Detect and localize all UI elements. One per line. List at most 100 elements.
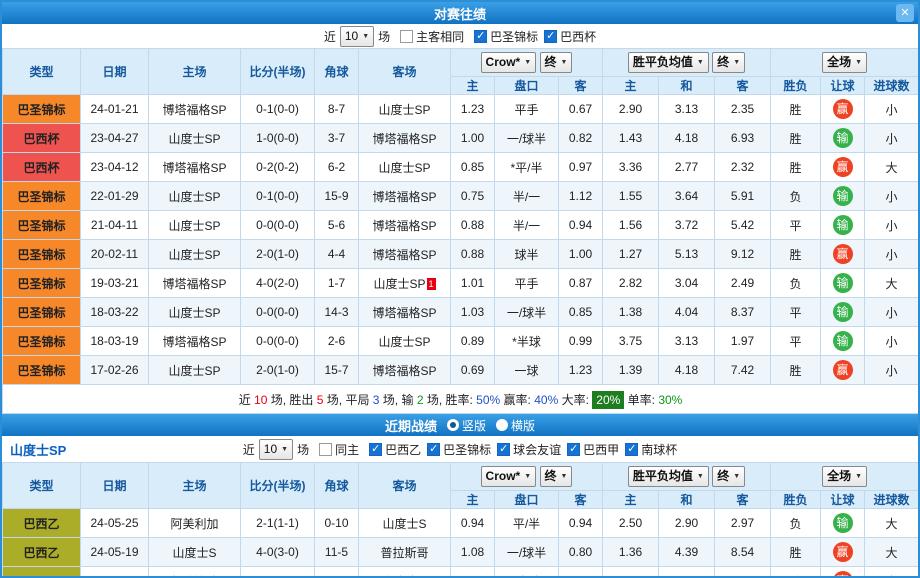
cell-away-team: 博塔福格SP: [359, 356, 451, 385]
col-odds-home: 主: [451, 77, 495, 95]
bookmaker-select[interactable]: Crow*▼: [481, 52, 537, 73]
match-count-select[interactable]: 10▼: [340, 26, 374, 47]
cell-date: 24-05-19: [81, 538, 149, 567]
wdl-select[interactable]: 胜平负均值▼: [628, 52, 709, 73]
cell-score: 2-0(1-0): [241, 240, 315, 269]
wdl-select[interactable]: 胜平负均值▼: [628, 466, 709, 487]
cell-lose-odds: 5.42: [715, 211, 771, 240]
cell-league: 巴圣锦标: [3, 269, 81, 298]
cell-handicap: *半球: [495, 327, 559, 356]
cell-odds-home: 0.69: [451, 356, 495, 385]
checkbox-checked-icon: [567, 443, 580, 456]
cell-draw-odds: 4.18: [659, 356, 715, 385]
cell-home-team: 阿美利加: [149, 509, 241, 538]
cell-home-team: 博塔福格SP: [149, 153, 241, 182]
h2h-panel: 对赛往绩 ✕ 近 10▼ 场 主客相同 巴圣锦标巴西杯 类型 日期 主场 比分(…: [0, 0, 920, 578]
cell-win-odds: 1.27: [603, 240, 659, 269]
cell-lose-odds: 6.93: [715, 124, 771, 153]
cell-win-odds: 1.43: [603, 124, 659, 153]
col-result: 胜负: [771, 77, 821, 95]
cell-home-team: 山度士S: [149, 538, 241, 567]
league-filter-checkbox[interactable]: 巴圣锦标: [474, 28, 538, 45]
league-filter-checkbox[interactable]: 巴西杯: [544, 28, 596, 45]
cell-home-team: 邦迪比达: [149, 567, 241, 578]
radio-portrait[interactable]: [447, 419, 459, 431]
cell-result: 胜: [771, 240, 821, 269]
cell-score: 4-0(3-0): [241, 538, 315, 567]
cell-lose-odds: 1.97: [715, 327, 771, 356]
col-let-goal: 让球: [821, 491, 865, 509]
cell-lose-odds: 2.32: [715, 153, 771, 182]
cell-handicap: 平/半: [495, 509, 559, 538]
cell-result: 负: [771, 269, 821, 298]
recent-row: 巴西乙24-05-16邦迪比达1-2(0-2)6-6山度士S0.93*半球0.9…: [3, 567, 919, 578]
cell-goals: 小: [865, 298, 919, 327]
cell-goals: 大: [865, 509, 919, 538]
cell-date: 24-05-25: [81, 509, 149, 538]
cell-odds-away: 0.94: [559, 211, 603, 240]
cell-lose-odds: 1.88: [715, 567, 771, 578]
cell-handicap: 半/一: [495, 182, 559, 211]
same-home-checkbox[interactable]: 同主: [319, 441, 359, 458]
cell-away-team: 博塔福格SP: [359, 124, 451, 153]
league-filter-checkbox[interactable]: 南球杯: [625, 441, 677, 458]
col-type: 类型: [3, 463, 81, 509]
league-filter-checkbox[interactable]: 巴圣锦标: [427, 441, 491, 458]
league-filter-checkbox[interactable]: 球会友谊: [497, 441, 561, 458]
summary-segment: 50%: [476, 393, 500, 407]
col-lose: 客: [715, 77, 771, 95]
cell-away-team: 山度士SP: [359, 327, 451, 356]
cell-league: 巴圣锦标: [3, 95, 81, 124]
checkbox-checked-icon: [497, 443, 510, 456]
league-filter-checkbox[interactable]: 巴西乙: [369, 441, 421, 458]
cell-date: 17-02-26: [81, 356, 149, 385]
cell-lose-odds: 2.35: [715, 95, 771, 124]
scope-select[interactable]: 全场▼: [822, 466, 867, 487]
col-home: 主场: [149, 463, 241, 509]
odds-time-select[interactable]: 终▼: [540, 52, 573, 73]
h2h-title-bar: 对赛往绩 ✕: [2, 2, 918, 24]
summary-segment: 场, 胜出: [267, 393, 316, 407]
handicap-result-badge: 输: [833, 302, 853, 322]
same-venue-checkbox[interactable]: 主客相同: [400, 28, 464, 45]
cell-league: 巴西乙: [3, 567, 81, 578]
cell-home-team: 山度士SP: [149, 356, 241, 385]
cell-let-goal: 赢: [821, 153, 865, 182]
cell-league: 巴西乙: [3, 538, 81, 567]
cell-date: 21-04-11: [81, 211, 149, 240]
cell-corner: 15-7: [315, 356, 359, 385]
dropdown-arrow-icon: ▼: [524, 469, 531, 484]
cell-goals: 大: [865, 153, 919, 182]
dropdown-arrow-icon: ▼: [855, 469, 862, 484]
close-icon[interactable]: ✕: [896, 4, 914, 22]
scope-select[interactable]: 全场▼: [822, 52, 867, 73]
league-filter-checkbox[interactable]: 巴西甲: [567, 441, 619, 458]
cell-result: 胜: [771, 356, 821, 385]
wdl-time-select[interactable]: 终▼: [712, 52, 745, 73]
cell-handicap: 半/一: [495, 211, 559, 240]
col-goals: 进球数: [865, 491, 919, 509]
recent-row: 巴西乙24-05-25阿美利加2-1(1-1)0-10山度士S0.94平/半0.…: [3, 509, 919, 538]
handicap-result-badge: 输: [833, 331, 853, 351]
bookmaker-select[interactable]: Crow*▼: [481, 466, 537, 487]
cell-result: 胜: [771, 538, 821, 567]
cell-win-odds: 2.90: [603, 95, 659, 124]
cell-result: 平: [771, 327, 821, 356]
cell-handicap: 一/球半: [495, 538, 559, 567]
cell-league: 巴圣锦标: [3, 211, 81, 240]
dropdown-arrow-icon: ▼: [362, 29, 369, 44]
cell-lose-odds: 7.42: [715, 356, 771, 385]
wdl-time-select[interactable]: 终▼: [712, 466, 745, 487]
radio-landscape[interactable]: [496, 419, 508, 431]
cell-win-odds: 2.82: [603, 269, 659, 298]
cell-score: 2-1(1-1): [241, 509, 315, 538]
cell-home-team: 山度士SP: [149, 124, 241, 153]
h2h-row: 巴圣锦标17-02-26山度士SP2-0(1-0)15-7博塔福格SP0.69一…: [3, 356, 919, 385]
cell-win-odds: 3.36: [603, 153, 659, 182]
checkbox-unchecked-icon: [319, 443, 332, 456]
cell-corner: 1-7: [315, 269, 359, 298]
cell-league: 巴圣锦标: [3, 327, 81, 356]
scope-group-header: 全场▼: [771, 49, 919, 77]
match-count-select[interactable]: 10▼: [259, 439, 293, 460]
odds-time-select[interactable]: 终▼: [540, 466, 573, 487]
